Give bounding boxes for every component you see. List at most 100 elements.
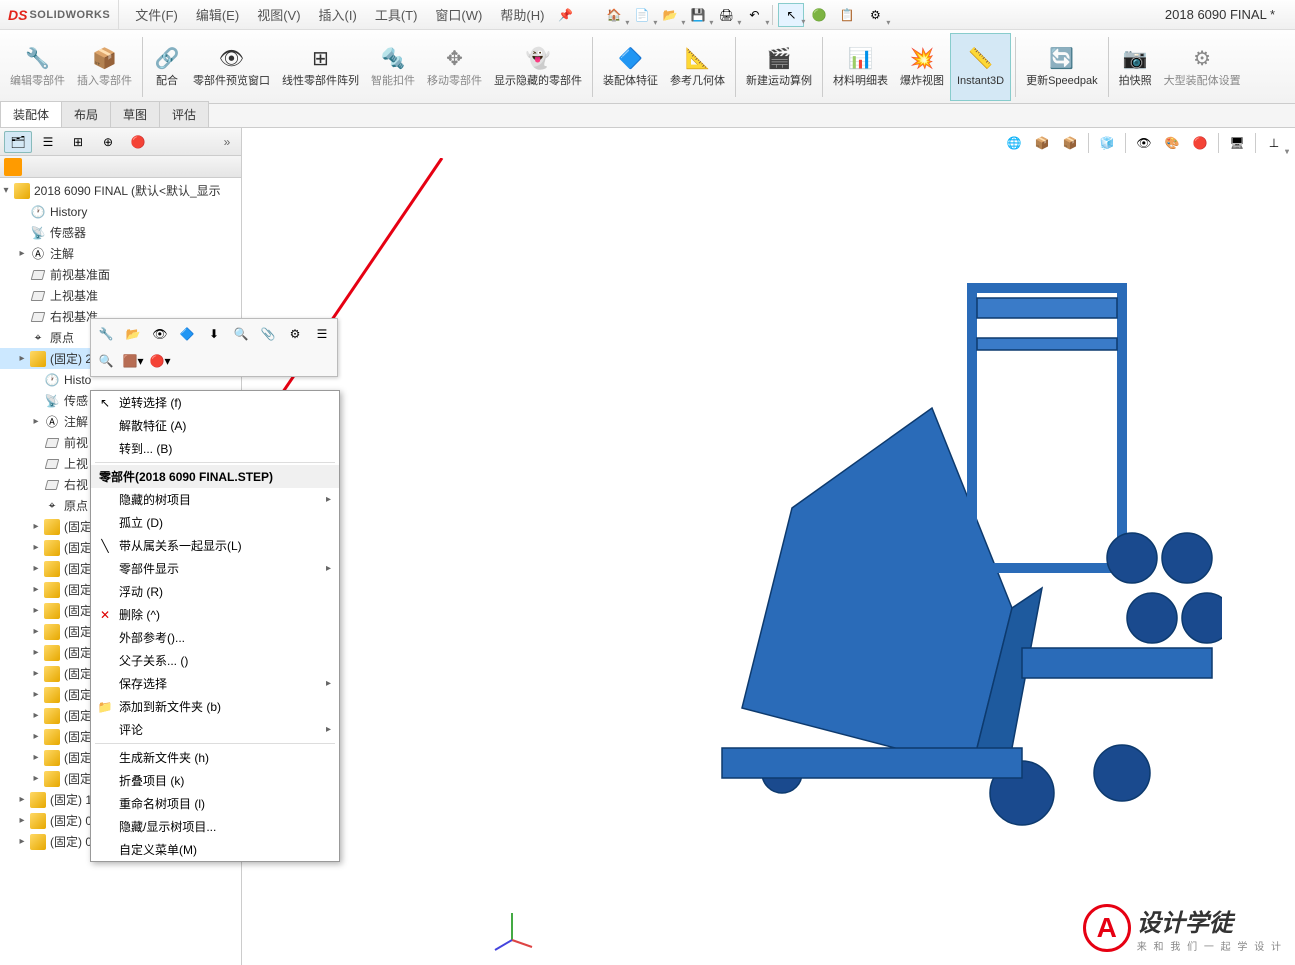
mini-hide-icon[interactable]: 👁: [148, 322, 172, 346]
menu-edit[interactable]: 编辑(E): [188, 1, 247, 28]
ctx-float[interactable]: 浮动 (R): [91, 580, 339, 603]
ribbon-bom[interactable]: 📊材料明细表: [827, 33, 894, 101]
tab-assembly[interactable]: 装配体: [0, 101, 62, 127]
tree-item[interactable]: ▸ Ⓐ 注解: [0, 243, 241, 264]
view-section2-icon[interactable]: 📦: [1057, 132, 1083, 154]
ctx-component-display[interactable]: 零部件显示▸: [91, 557, 339, 580]
print-button[interactable]: 🖨: [713, 3, 739, 27]
options-button[interactable]: 📋: [834, 3, 860, 27]
ribbon-move[interactable]: ✥移动零部件: [421, 33, 488, 101]
display-manager-icon[interactable]: 🔴: [124, 131, 152, 153]
tree-item[interactable]: 🕐 History: [0, 201, 241, 222]
ctx-comment[interactable]: 评论▸: [91, 718, 339, 741]
tree-root[interactable]: ▾ 2018 6090 FINAL (默认<默认_显示: [0, 180, 241, 201]
ribbon-instant3d[interactable]: 📏Instant3D: [950, 33, 1011, 101]
ribbon-insert-component[interactable]: 📦插入零部件: [71, 33, 138, 101]
rebuild-button[interactable]: 🟢: [806, 3, 832, 27]
ctx-hidden-tree[interactable]: 隐藏的树项目▸: [91, 488, 339, 511]
mini-transparency-icon[interactable]: 🔷: [175, 322, 199, 346]
part-icon: [44, 540, 60, 556]
tab-sketch[interactable]: 草图: [110, 101, 160, 127]
view-section-icon[interactable]: 📦: [1029, 132, 1055, 154]
ctx-hide-show-tree[interactable]: 隐藏/显示树项目...: [91, 815, 339, 838]
menu-view[interactable]: 视图(V): [249, 1, 308, 28]
tab-layout[interactable]: 布局: [61, 101, 111, 127]
menu-bar: 文件(F) 编辑(E) 视图(V) 插入(I) 工具(T) 窗口(W) 帮助(H…: [119, 1, 581, 28]
menu-window[interactable]: 窗口(W): [427, 1, 490, 28]
view-orientation-icon[interactable]: 🧊: [1094, 132, 1120, 154]
folder-icon: 📁: [97, 699, 113, 715]
open-button[interactable]: 📂: [657, 3, 683, 27]
ctx-save-selection[interactable]: 保存选择▸: [91, 672, 339, 695]
watermark-title: 设计学徒: [1137, 903, 1283, 938]
ribbon-pattern[interactable]: ⊞线性零部件阵列: [276, 33, 365, 101]
ctx-customize[interactable]: 自定义菜单(M): [91, 838, 339, 861]
ribbon-explode[interactable]: 💥爆炸视图: [894, 33, 950, 101]
menu-tools[interactable]: 工具(T): [367, 1, 426, 28]
ribbon-assembly-feature[interactable]: 🔷装配体特征: [597, 33, 664, 101]
save-button[interactable]: 💾: [685, 3, 711, 27]
ribbon-large-assembly[interactable]: ⚙大型装配体设置: [1158, 33, 1247, 101]
mini-material-icon[interactable]: 🟫▾: [121, 349, 145, 373]
view-settings-icon[interactable]: 🖥: [1224, 132, 1250, 154]
view-display-icon[interactable]: 👁: [1131, 132, 1157, 154]
tab-evaluate[interactable]: 评估: [159, 101, 209, 127]
new-button[interactable]: 📄: [629, 3, 655, 27]
mini-more-icon[interactable]: ☰: [310, 322, 334, 346]
ctx-dissolve[interactable]: 解散特征 (A): [91, 414, 339, 437]
mini-suppress-icon[interactable]: ⬇: [202, 322, 226, 346]
view-appearance-icon[interactable]: 🔴: [1187, 132, 1213, 154]
menu-file[interactable]: 文件(F): [127, 1, 186, 28]
ctx-rename[interactable]: 重命名树项目 (l): [91, 792, 339, 815]
ribbon-smart-fastener[interactable]: 🔩智能扣件: [365, 33, 421, 101]
tree-item[interactable]: 📡 传感器: [0, 222, 241, 243]
mini-zoom-icon[interactable]: 🔍: [94, 349, 118, 373]
ribbon-speedpak[interactable]: 🔄更新Speedpak: [1020, 33, 1104, 101]
ribbon-edit-component[interactable]: 🔧编辑零部件: [4, 33, 71, 101]
ctx-delete[interactable]: ✕删除 (^): [91, 603, 339, 626]
view-triad-icon[interactable]: ⊥: [1261, 132, 1287, 154]
ctx-show-dependent[interactable]: ╲带从属关系一起显示(L): [91, 534, 339, 557]
ctx-external-ref[interactable]: 外部参考()...: [91, 626, 339, 649]
feature-manager-icon[interactable]: 🗂: [4, 131, 32, 153]
sensor-icon: 📡: [30, 225, 46, 241]
undo-button[interactable]: ↶: [741, 3, 767, 27]
expand-icon[interactable]: »: [217, 132, 237, 152]
menu-insert[interactable]: 插入(I): [311, 1, 365, 28]
view-scene-icon[interactable]: 🎨: [1159, 132, 1185, 154]
line-icon: ╲: [97, 538, 113, 554]
ctx-add-folder[interactable]: 📁添加到新文件夹 (b): [91, 695, 339, 718]
ribbon-motion[interactable]: 🎬新建运动算例: [740, 33, 818, 101]
ribbon-snapshot[interactable]: 📷拍快照: [1113, 33, 1158, 101]
select-button[interactable]: ↖: [778, 3, 804, 27]
mini-config-icon[interactable]: ⚙: [283, 322, 307, 346]
settings-button[interactable]: ⚙: [862, 3, 888, 27]
ctx-parent-child[interactable]: 父子关系... (): [91, 649, 339, 672]
ctx-new-folder[interactable]: 生成新文件夹 (h): [91, 746, 339, 769]
pin-icon[interactable]: 📌: [558, 8, 573, 22]
ribbon-show-hidden[interactable]: 👻显示隐藏的零部件: [488, 33, 588, 101]
part-icon: [30, 834, 46, 850]
plane-icon: [30, 288, 46, 304]
menu-help[interactable]: 帮助(H): [492, 1, 552, 28]
mini-isolate-icon[interactable]: 🔍: [229, 322, 253, 346]
viewport[interactable]: 🌐 📦 📦 🧊 👁 🎨 🔴 🖥 ⊥: [242, 128, 1295, 965]
view-earth-icon[interactable]: 🌐: [1001, 132, 1027, 154]
tree-item[interactable]: 前视基准面: [0, 264, 241, 285]
mini-attach-icon[interactable]: 📎: [256, 322, 280, 346]
dimexpert-icon[interactable]: ⊕: [94, 131, 122, 153]
mini-appearance-icon[interactable]: 🔴▾: [148, 349, 172, 373]
property-manager-icon[interactable]: ☰: [34, 131, 62, 153]
ctx-goto[interactable]: 转到... (B): [91, 437, 339, 460]
config-manager-icon[interactable]: ⊞: [64, 131, 92, 153]
ctx-isolate[interactable]: 孤立 (D): [91, 511, 339, 534]
mini-edit-icon[interactable]: 🔧: [94, 322, 118, 346]
ribbon-mate[interactable]: 🔗配合: [147, 33, 187, 101]
ribbon-ref-geometry[interactable]: 📐参考几何体: [664, 33, 731, 101]
tree-item[interactable]: 上视基准: [0, 285, 241, 306]
home-button[interactable]: 🏠: [601, 3, 627, 27]
ctx-invert-selection[interactable]: ↖逆转选择 (f): [91, 391, 339, 414]
ctx-collapse[interactable]: 折叠项目 (k): [91, 769, 339, 792]
mini-open-icon[interactable]: 📂: [121, 322, 145, 346]
ribbon-preview[interactable]: 👁零部件预览窗口: [187, 33, 276, 101]
